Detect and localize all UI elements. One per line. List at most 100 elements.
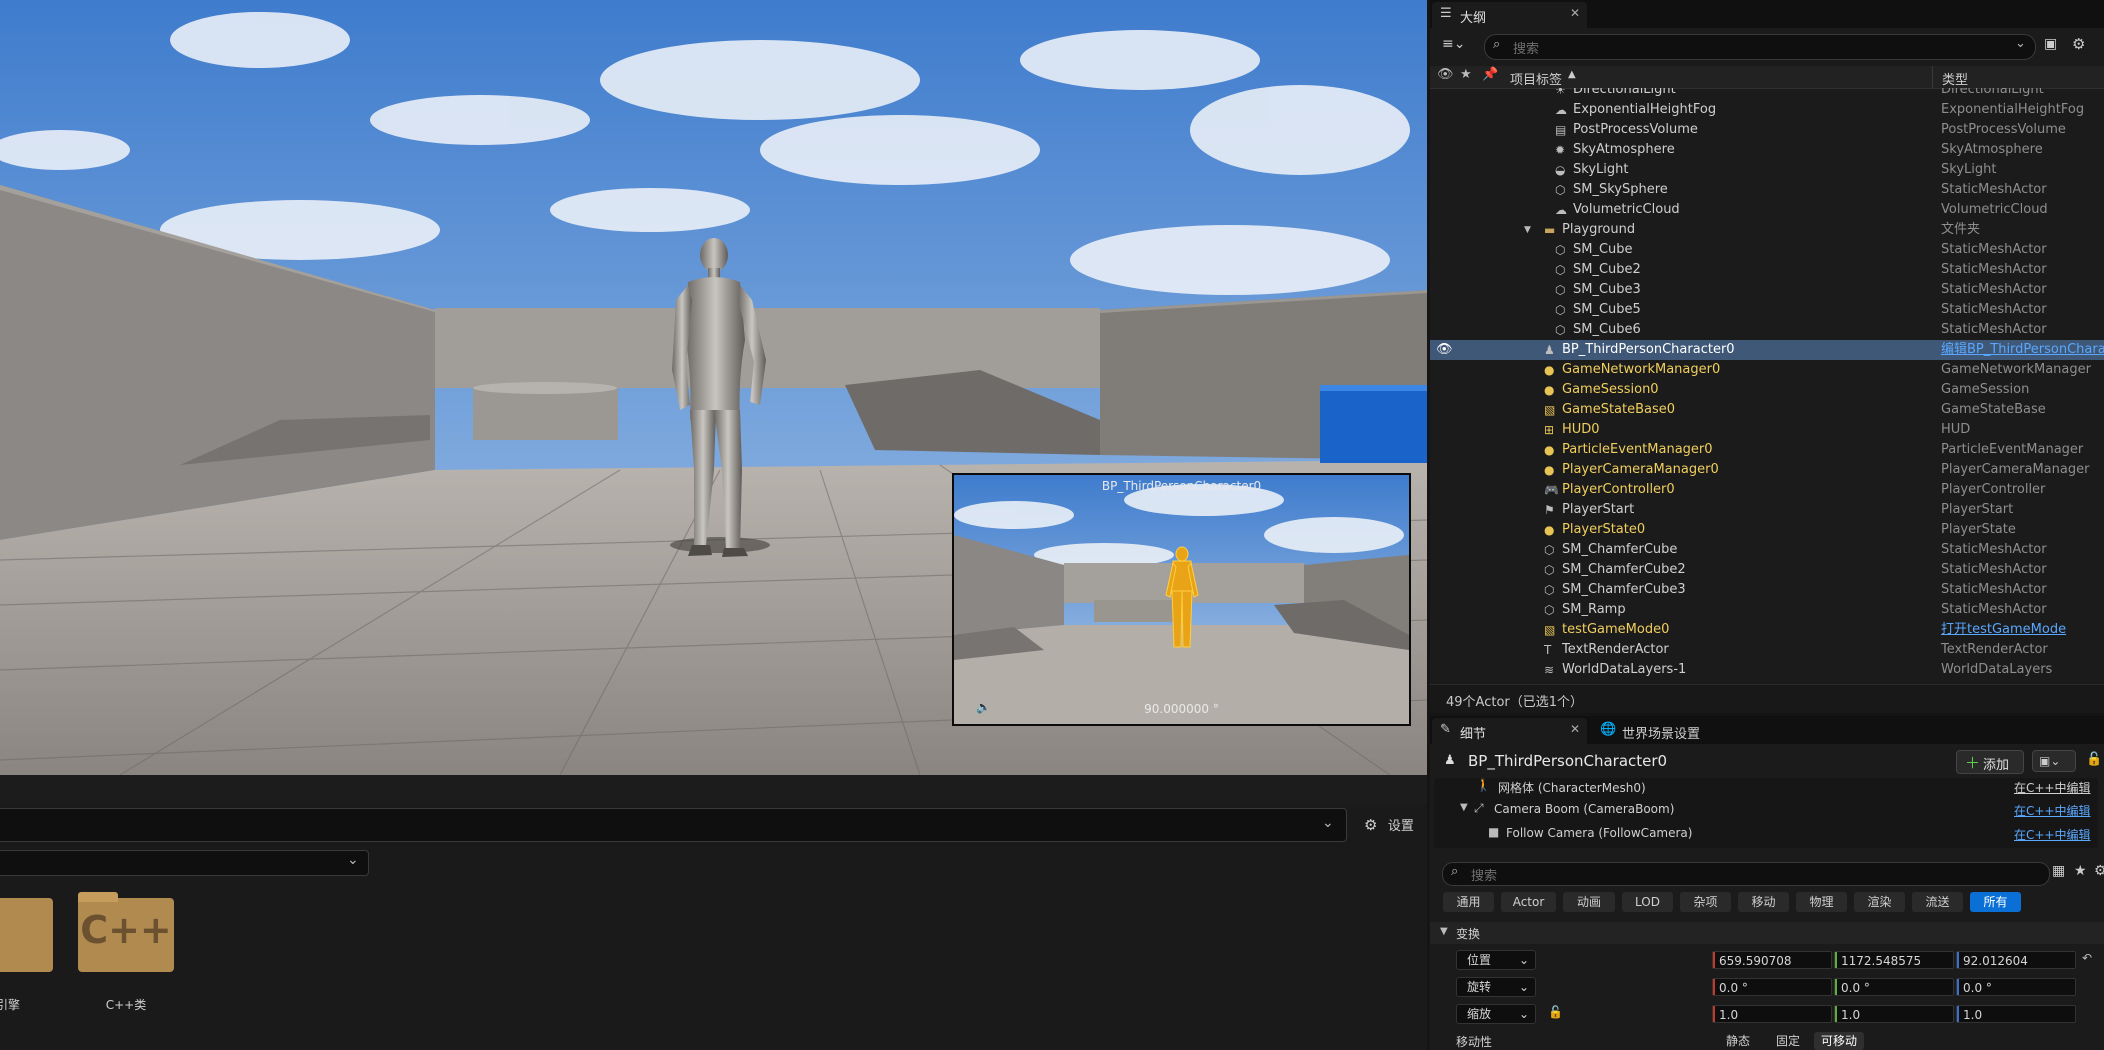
tab-outliner[interactable]: ☰ 大纲 ✕ [1432,2,1587,28]
scale-x[interactable]: 1.0 [1712,1005,1832,1023]
outliner-row[interactable]: ⬡ SM_SkySphere StaticMeshActor [1430,180,2104,200]
outliner-row[interactable]: 🎮 PlayerController0 PlayerController [1430,480,2104,500]
outliner-row[interactable]: ⬡ SM_Cube5 StaticMeshActor [1430,300,2104,320]
outliner-row[interactable]: ⬡ SM_Cube3 StaticMeshActor [1430,280,2104,300]
edit-in-cpp-link[interactable]: 在C++中编辑 [2014,826,2091,843]
outliner-row[interactable]: ⬡ SM_ChamferCube StaticMeshActor [1430,540,2104,560]
tab-world-settings[interactable]: 🌐 世界场景设置 [1600,718,1770,744]
rotation-y[interactable]: 0.0 ° [1834,978,1954,996]
star-icon[interactable]: ★ [2074,863,2087,879]
mobility-movable[interactable]: 可移动 [1814,1032,1864,1050]
visibility-eye-icon[interactable]: 👁 [1436,340,1453,360]
component-row[interactable]: ▼ ⤢ Camera Boom (CameraBoom) 在C++中编辑 [1434,801,2098,819]
outliner-row[interactable]: ⬡ SM_Ramp StaticMeshActor [1430,600,2104,620]
outliner-row[interactable]: ● GameNetworkManager0 GameNetworkManager [1430,360,2104,380]
folder-engine[interactable] [0,898,53,972]
outliner-row[interactable]: T TextRenderActor TextRenderActor [1430,640,2104,660]
category-animation[interactable]: 动画 [1563,892,1615,912]
outliner-tree[interactable]: ☀ DirectionalLight DirectionalLight ☁ Expone… [1430,88,2104,680]
content-browser-path-bar[interactable]: ⌄ [0,808,1347,842]
outliner-item-type-link[interactable]: 打开testGameMode [1941,620,2066,640]
content-browser-filter-bar[interactable]: ⌄ [0,850,369,876]
outliner-row[interactable]: ≋ WorldDataLayers-1 WorldDataLayers [1430,660,2104,680]
blueprint-dropdown[interactable]: ▣⌄ [2032,750,2076,772]
outliner-row[interactable]: ⬡ SM_Cube6 StaticMeshActor [1430,320,2104,340]
details-search-box[interactable]: ⌕ 搜索 [1442,862,2050,886]
outliner-row-selected[interactable]: 👁 ♟ BP_ThirdPersonCharacter0 编辑BP_ThirdPers… [1430,340,2104,360]
scale-dropdown[interactable]: 缩放 ⌄ [1456,1004,1536,1024]
outliner-row[interactable]: ▤ PostProcessVolume PostProcessVolume [1430,120,2104,140]
outliner-row[interactable]: ☁ VolumetricCloud VolumetricCloud [1430,200,2104,220]
outliner-item-type-link[interactable]: 编辑BP_ThirdPersonCharacter [1941,340,2104,360]
col-label[interactable]: 项目标签 [1510,69,1562,88]
outliner-row[interactable]: ☁ ExponentialHeightFog ExponentialHeightFo… [1430,100,2104,120]
category-movement[interactable]: 移动 [1738,892,1789,912]
add-folder-icon[interactable]: ▣ [2044,36,2057,52]
outliner-row[interactable]: ▼ ▬ Playground 文件夹 [1430,220,2104,240]
location-z[interactable]: 92.012604 [1956,951,2076,969]
lock-icon[interactable]: 🔓 [2086,752,2102,767]
category-misc[interactable]: 杂项 [1680,892,1731,912]
pin-icon[interactable]: 📌 [1482,67,1498,82]
location-y[interactable]: 1172.548575 [1834,951,1954,969]
folder-cpp-classes[interactable]: C++ [78,892,174,972]
mobility-static[interactable]: 静态 [1714,1032,1762,1050]
outliner-row[interactable]: ☀ DirectionalLight DirectionalLight [1430,88,2104,100]
rotation-x[interactable]: 0.0 ° [1712,978,1832,996]
outliner-row[interactable]: ⬡ SM_Cube StaticMeshActor [1430,240,2104,260]
filter-icon[interactable]: ≡⌄ [1442,36,1465,52]
outliner-row[interactable]: ● GameSession0 GameSession [1430,380,2104,400]
category-all[interactable]: 所有 [1970,892,2021,912]
outliner-search-box[interactable]: ⌕ 搜索 ⌄ [1484,34,2036,60]
outliner-row[interactable]: ▧ GameStateBase0 GameStateBase [1430,400,2104,420]
visibility-eye-icon[interactable]: 👁 [1437,67,1454,82]
transform-section-header[interactable]: ▼ 变换 [1430,922,2104,944]
outliner-row[interactable]: ⚑ PlayerStart PlayerStart [1430,500,2104,520]
outliner-row[interactable]: ▧ testGameMode0 打开testGameMode [1430,620,2104,640]
component-row[interactable]: ■ Follow Camera (FollowCamera) 在C++中编辑 [1434,825,2098,843]
camera-preview-window[interactable]: BP_ThirdPersonCharacter0 🔈 90.000000 ° [952,473,1411,726]
chevron-down-icon[interactable]: ⌄ [2015,36,2026,51]
rotation-z[interactable]: 0.0 ° [1956,978,2076,996]
outliner-row[interactable]: ● PlayerCameraManager0 PlayerCameraManager [1430,460,2104,480]
edit-in-cpp-link[interactable]: 在C++中编辑 [2014,779,2091,796]
level-viewport[interactable]: BP_ThirdPersonCharacter0 🔈 90.000000 ° [0,0,1427,775]
component-row[interactable]: 🚶 网格体 (CharacterMesh0) 在C++中编辑 [1434,778,2098,796]
gear-icon[interactable]: ⚙ [2072,35,2085,53]
star-icon[interactable]: ★ [1460,67,1472,82]
close-icon[interactable]: ✕ [1570,6,1580,20]
outliner-row[interactable]: ◒ SkyLight SkyLight [1430,160,2104,180]
mobility-stationary[interactable]: 固定 [1764,1032,1812,1050]
chevron-down-icon[interactable]: ▼ [1460,802,1468,813]
rotation-dropdown[interactable]: 旋转 ⌄ [1456,977,1536,997]
outliner-row[interactable]: ● ParticleEventManager0 ParticleEventManag… [1430,440,2104,460]
chevron-down-icon[interactable]: ⌄ [347,852,359,868]
lock-scale-icon[interactable]: 🔓 [1548,1005,1563,1019]
chevron-down-icon[interactable]: ⌄ [1322,815,1334,831]
tab-details[interactable]: ✎ 细节 ✕ [1432,718,1587,744]
outliner-row[interactable]: ⬡ SM_Cube2 StaticMeshActor [1430,260,2104,280]
scale-y[interactable]: 1.0 [1834,1005,1954,1023]
category-rendering[interactable]: 渲染 [1854,892,1905,912]
gear-icon[interactable]: ⚙ [2094,863,2104,879]
location-x[interactable]: 659.590708 [1712,951,1832,969]
scale-z[interactable]: 1.0 [1956,1005,2076,1023]
category-physics[interactable]: 物理 [1796,892,1847,912]
component-tree[interactable]: 🚶 网格体 (CharacterMesh0) 在C++中编辑 ▼ ⤢ Camer… [1434,778,2098,848]
category-actor[interactable]: Actor [1501,892,1556,912]
reset-icon[interactable]: ↶ [2082,951,2092,965]
table-view-icon[interactable]: ▦ [2052,863,2065,879]
outliner-row[interactable]: ✹ SkyAtmosphere SkyAtmosphere [1430,140,2104,160]
category-general[interactable]: 通用 [1443,892,1494,912]
outliner-row[interactable]: ⊞ HUD0 HUD [1430,420,2104,440]
category-lod[interactable]: LOD [1622,892,1673,912]
column-divider[interactable] [1932,66,1933,88]
add-component-button[interactable]: ＋ 添加 [1956,750,2024,774]
chevron-down-icon[interactable]: ▼ [1524,220,1531,240]
edit-in-cpp-link[interactable]: 在C++中编辑 [2014,802,2091,819]
category-streaming[interactable]: 流送 [1912,892,1963,912]
outliner-row[interactable]: ● PlayerState0 PlayerState [1430,520,2104,540]
location-dropdown[interactable]: 位置 ⌄ [1456,950,1536,970]
col-type[interactable]: 类型 [1942,69,1968,88]
settings-button[interactable]: ⚙ 设置 [1364,813,1414,837]
